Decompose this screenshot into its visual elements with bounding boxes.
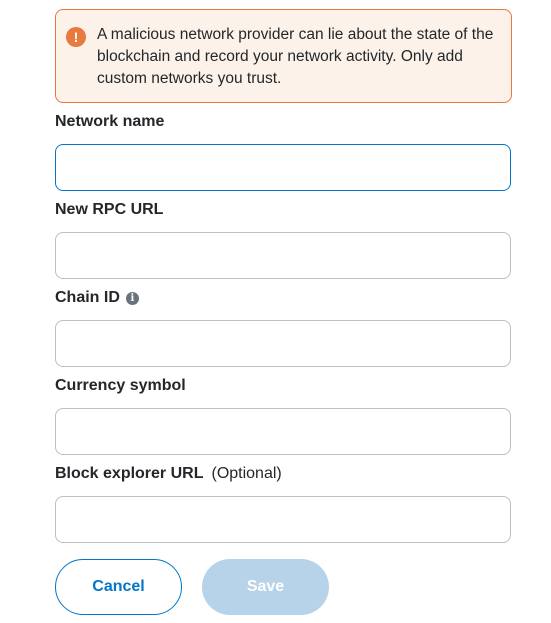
chain-id-input[interactable] bbox=[55, 320, 511, 367]
warning-banner: ! A malicious network provider can lie a… bbox=[55, 9, 512, 103]
chain-id-label: Chain ID i bbox=[55, 289, 139, 307]
rpc-url-label-text: New RPC URL bbox=[55, 201, 164, 218]
cancel-button[interactable]: Cancel bbox=[55, 559, 182, 615]
rpc-url-input[interactable] bbox=[55, 232, 511, 279]
optional-tag: (Optional) bbox=[211, 465, 282, 482]
currency-symbol-input[interactable] bbox=[55, 408, 511, 455]
network-name-label: Network name bbox=[55, 113, 164, 131]
save-button[interactable]: Save bbox=[202, 559, 329, 615]
network-name-input[interactable] bbox=[55, 144, 511, 191]
chain-id-label-text: Chain ID bbox=[55, 289, 120, 306]
warning-text: A malicious network provider can lie abo… bbox=[97, 26, 494, 87]
rpc-url-label: New RPC URL bbox=[55, 201, 163, 219]
currency-symbol-label-text: Currency symbol bbox=[55, 377, 186, 394]
block-explorer-label: Block explorer URL (Optional) bbox=[55, 465, 282, 483]
currency-symbol-label: Currency symbol bbox=[55, 377, 186, 395]
exclamation-icon: ! bbox=[66, 27, 86, 47]
network-name-label-text: Network name bbox=[55, 113, 165, 130]
info-icon[interactable]: i bbox=[125, 291, 139, 305]
add-network-form: ! A malicious network provider can lie a… bbox=[0, 0, 551, 623]
block-explorer-input[interactable] bbox=[55, 496, 511, 543]
block-explorer-label-text: Block explorer URL bbox=[55, 465, 204, 482]
